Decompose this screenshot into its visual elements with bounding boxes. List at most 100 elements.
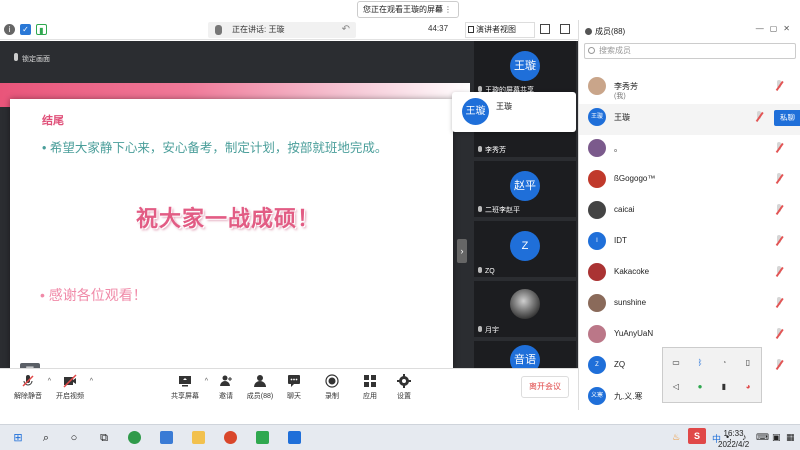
skin-icon[interactable]: ▣ [772, 432, 781, 443]
members-button[interactable]: 成员(88) [242, 372, 278, 406]
share-screen-label: 共享屏幕 [171, 393, 199, 400]
presentation-slide: 结尾 • 希望大家静下心来，安心备考，制定计划，按部就班地完成。 祝大家一战成硕… [10, 99, 453, 381]
participant-row[interactable]: I IDT [579, 228, 800, 259]
participant-name: ZQ [614, 360, 626, 369]
video-tile[interactable]: 月宇 [474, 281, 576, 337]
toolbox-icon[interactable]: ▦ [786, 432, 795, 443]
sogou-ime-icon[interactable]: S [688, 428, 706, 444]
participant-name: 九.义.寒 [614, 392, 643, 401]
speaker-icon[interactable]: ◁ [671, 382, 681, 392]
info-icon[interactable]: i [4, 24, 15, 35]
chat-icon [288, 375, 300, 387]
chevron-up-icon[interactable]: ^ [48, 378, 51, 385]
notification-flame-icon[interactable]: ♨ [672, 432, 680, 443]
lock-screen-label: 锁定画面 [22, 56, 50, 63]
cortana-icon[interactable]: ○ [66, 430, 82, 446]
start-video-button[interactable]: 开启视频 ^ [52, 372, 93, 406]
speaker-popup: 王璇 王璇 [452, 92, 576, 132]
private-chat-button[interactable]: 私聊 [774, 110, 800, 126]
meeting-top-bar: i ✓ ▮ 正在讲话: 王璇 ↶ 44:37 演讲者视图 [0, 20, 578, 40]
qq-icon[interactable]: ◕ [743, 382, 753, 392]
powerpoint-icon[interactable] [224, 431, 237, 444]
muted-mic-icon[interactable] [775, 328, 783, 339]
share-screen-icon [179, 376, 191, 387]
unmute-label: 解除静音 [14, 393, 42, 400]
grid-icon [468, 26, 474, 33]
mic-icon [478, 146, 482, 152]
wechat-icon[interactable]: ● [695, 382, 705, 392]
leave-meeting-button[interactable]: 离开会议 [521, 376, 569, 398]
window-icon[interactable] [560, 24, 570, 34]
usb-icon[interactable]: ▯ [743, 358, 753, 368]
muted-mic-icon[interactable] [775, 142, 783, 153]
person-icon [585, 28, 592, 35]
monitor-icon[interactable]: ▭ [671, 358, 681, 368]
muted-mic-icon[interactable] [775, 173, 783, 184]
collapse-panel-arrow-icon[interactable]: › [457, 239, 467, 263]
participant-name: caicai [614, 205, 635, 214]
bluetooth-icon[interactable]: ᛒ [695, 358, 705, 368]
chat-button[interactable]: 聊天 [276, 372, 312, 406]
settings-button[interactable]: 设置 [386, 372, 422, 406]
participant-row[interactable]: caicai [579, 197, 800, 228]
meeting-app-icon[interactable] [288, 431, 301, 444]
muted-mic-icon[interactable] [775, 297, 783, 308]
slide-big-title: 祝大家一战成硕！ [136, 206, 321, 231]
unmute-button[interactable]: 解除静音 ^ [10, 372, 51, 406]
apps-button[interactable]: 应用 [352, 372, 388, 406]
banner-controls[interactable]: ⊡ ⋮ [435, 2, 452, 17]
muted-mic-icon[interactable] [775, 266, 783, 277]
chevron-up-icon[interactable]: ^ [90, 378, 93, 385]
record-button[interactable]: 录制 [314, 372, 350, 406]
task-view-icon[interactable]: ⧉ [96, 430, 112, 446]
participant-row[interactable]: Kakacoke [579, 259, 800, 290]
browser-icon[interactable] [128, 431, 141, 444]
undo-arrow-icon[interactable]: ↶ [342, 22, 350, 38]
lock-screen-toggle[interactable]: 锁定画面 [14, 53, 50, 64]
video-column: 王璇 王璇的屏幕共享 李秀芳 赵平 二班李赵平 Z ZQ 月宇 音语 [470, 41, 578, 375]
search-icon[interactable]: ⌕ [38, 430, 54, 446]
panel-window-controls[interactable]: —▢✕ [756, 24, 796, 33]
view-mode-button[interactable]: 演讲者视图 [465, 22, 535, 38]
screen-share-banner[interactable]: 您正在观看王璇的屏幕 ⊡ ⋮ [357, 1, 459, 18]
avatar [588, 294, 606, 312]
invite-button[interactable]: 邀请 [208, 372, 244, 406]
avatar [588, 201, 606, 219]
view-mode-label: 演讲者视图 [476, 25, 516, 34]
app-icon[interactable] [160, 431, 173, 444]
clock-date: 2022/4/2 [718, 440, 750, 449]
tile-label: ZQ [478, 267, 495, 275]
wechat-taskbar-icon[interactable] [256, 431, 269, 444]
participant-row[interactable]: 李秀芳 (我) [579, 73, 800, 104]
windows-start-icon[interactable]: ⊞ [10, 430, 26, 446]
participant-row[interactable]: 王璇 王璇 私聊 [579, 104, 800, 135]
keyboard-icon[interactable]: ⌨ [756, 432, 769, 443]
video-off-icon [63, 374, 77, 388]
avatar: I [588, 232, 606, 250]
fullscreen-icon[interactable] [540, 24, 550, 34]
video-tile[interactable]: Z ZQ [474, 221, 576, 277]
muted-mic-icon[interactable] [775, 359, 783, 370]
participant-row[interactable]: sunshine [579, 290, 800, 321]
muted-mic-icon[interactable] [775, 235, 783, 246]
muted-mic-icon[interactable] [775, 80, 783, 91]
muted-mic-icon[interactable] [775, 204, 783, 215]
system-clock[interactable]: 16:33 2022/4/2 [718, 428, 749, 450]
video-tile[interactable]: 音语 [474, 341, 576, 375]
share-screen-button[interactable]: 共享屏幕 ^ [167, 372, 208, 406]
muted-mic-icon[interactable] [755, 111, 763, 122]
video-tile[interactable]: 王璇 王璇的屏幕共享 [474, 41, 576, 97]
mic-tray-icon[interactable]: ▮ [719, 382, 729, 392]
banner-text: 您正在观看王璇的屏幕 [363, 5, 443, 14]
member-search-input[interactable]: 搜索成员 [584, 43, 796, 59]
signal-icon[interactable]: ▮ [36, 24, 47, 35]
clock-time: 16:33 [723, 429, 744, 438]
participant-row[interactable]: ßGogogo™ [579, 166, 800, 197]
participant-row[interactable]: 。 [579, 135, 800, 166]
video-tile[interactable]: 赵平 二班李赵平 [474, 161, 576, 217]
file-explorer-icon[interactable] [192, 431, 205, 444]
members-label: 成员(88) [246, 393, 274, 400]
shield-icon[interactable]: ✓ [20, 24, 31, 35]
avatar [588, 77, 606, 95]
wifi-app-icon[interactable]: ◔ [719, 358, 729, 368]
